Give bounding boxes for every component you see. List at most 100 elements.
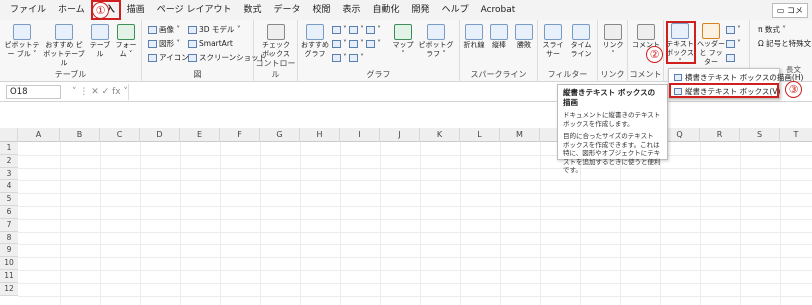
menu-developer[interactable]: 開発 xyxy=(406,0,436,20)
grid-line xyxy=(18,282,812,284)
menu-automate[interactable]: 自動化 xyxy=(367,0,406,20)
column-header-i[interactable]: I xyxy=(340,128,380,142)
column-header-e[interactable]: E xyxy=(180,128,220,142)
select-all-corner[interactable] xyxy=(0,128,18,142)
menu-draw[interactable]: 描画 xyxy=(121,0,151,20)
column-header-r[interactable]: R xyxy=(700,128,740,142)
smartart-button[interactable]: SmartArt xyxy=(188,38,233,49)
menu-page-layout[interactable]: ページ レイアウト xyxy=(151,0,238,20)
signature-line-button[interactable]: ˅ xyxy=(726,38,741,49)
scatter-chart-icon xyxy=(332,54,341,62)
forms-button[interactable]: フォー ム ˅ xyxy=(114,24,138,59)
grid-line xyxy=(18,206,812,207)
grid-line xyxy=(460,142,461,305)
recommended-pivot-button[interactable]: おすすめ ピボットテーブル xyxy=(42,24,86,68)
scatter-chart-button[interactable]: ˅ ˅ xyxy=(332,52,364,63)
step2-marker: ② xyxy=(646,46,663,63)
column-header-g[interactable]: G xyxy=(260,128,300,142)
row-header-7[interactable]: 7 xyxy=(0,218,18,232)
row-header-6[interactable]: 6 xyxy=(0,206,18,219)
row-header-3[interactable]: 3 xyxy=(0,167,18,181)
icons-button[interactable]: アイコン xyxy=(148,52,189,63)
recommended-charts-button[interactable]: おすすめ グラフ xyxy=(300,24,330,59)
menu-acrobat[interactable]: Acrobat xyxy=(475,0,522,20)
textbox-highlight xyxy=(666,21,696,64)
equation-button[interactable]: π 数式 ˅ xyxy=(758,24,786,35)
maps-button[interactable]: マップ ˅ xyxy=(392,24,414,59)
grid-line xyxy=(300,142,301,305)
pivot-table-button[interactable]: ピボットテー ブル ˅ xyxy=(4,24,40,59)
sparkline-winloss-button[interactable]: 勝敗 xyxy=(512,24,536,50)
link-button[interactable]: リンク ˅ xyxy=(601,24,625,59)
forms-icon xyxy=(117,24,135,40)
column-header-a[interactable]: A xyxy=(18,128,60,142)
shapes-button[interactable]: 図形 ˅ xyxy=(148,38,180,49)
checkbox-icon xyxy=(267,24,285,40)
row-header-1[interactable]: 1 xyxy=(0,142,18,155)
picture-icon xyxy=(148,26,157,34)
illustrations-group-label: 図 xyxy=(193,70,202,79)
grid-line xyxy=(18,295,812,297)
row-header-9[interactable]: 9 xyxy=(0,244,18,258)
row-header-11[interactable]: 11 xyxy=(0,270,18,283)
timeline-button[interactable]: タイム ライン xyxy=(568,24,594,59)
comments-button[interactable]: ▭ コメ xyxy=(771,3,808,18)
signature-line-icon xyxy=(726,40,735,48)
pictures-button[interactable]: 画像 ˅ xyxy=(148,24,180,35)
row-header-2[interactable]: 2 xyxy=(0,154,18,168)
row-header-12[interactable]: 12 xyxy=(0,282,18,296)
menu-data[interactable]: データ xyxy=(267,0,306,20)
row-header-10[interactable]: 10 xyxy=(0,257,18,270)
column-header-b[interactable]: B xyxy=(60,128,100,142)
column-header-l[interactable]: L xyxy=(460,128,500,142)
slicer-button[interactable]: スライサー xyxy=(540,24,566,59)
object-button[interactable] xyxy=(726,52,737,63)
grid-line xyxy=(100,142,101,305)
tooltip-title: 縦書きテキスト ボックスの描画 xyxy=(563,88,656,107)
row-header-8[interactable]: 8 xyxy=(0,231,18,245)
table-button[interactable]: テーブル xyxy=(88,24,112,59)
menu-formulas[interactable]: 数式 xyxy=(237,0,267,20)
wordart-button[interactable]: ˅ xyxy=(726,24,741,35)
row-header-4[interactable]: 4 xyxy=(0,180,18,194)
column-chart-button[interactable]: ˅ ˅ ˅ xyxy=(332,24,381,35)
column-header-f[interactable]: F xyxy=(220,128,260,142)
filters-group: スライサー タイム ライン フィルター xyxy=(538,20,598,82)
menu-view[interactable]: 表示 xyxy=(337,0,367,20)
header-footer-icon xyxy=(702,23,720,39)
column-header-j[interactable]: J xyxy=(380,128,420,142)
checkbox-button[interactable]: チェック ボックス xyxy=(260,24,292,59)
column-header-m[interactable]: M xyxy=(500,128,540,142)
column-header-s[interactable]: S xyxy=(740,128,780,142)
column-header-t[interactable]: T xyxy=(780,128,812,142)
row-header-5[interactable]: 5 xyxy=(0,193,18,206)
grid-line xyxy=(18,231,812,233)
column-header-k[interactable]: K xyxy=(420,128,460,142)
header-footer-button[interactable]: ヘッダーと フッター xyxy=(696,23,726,67)
sparkline-column-button[interactable]: 縦棒 xyxy=(487,24,511,50)
symbol-button[interactable]: Ω 記号と特殊文 xyxy=(758,38,811,49)
menu-help[interactable]: ヘルプ xyxy=(436,0,475,20)
column-header-h[interactable]: H xyxy=(300,128,340,142)
smartart-icon xyxy=(188,40,197,48)
column-header-d[interactable]: D xyxy=(140,128,180,142)
column-header-c[interactable]: C xyxy=(100,128,140,142)
table-group-label: テーブル xyxy=(54,70,87,79)
3d-models-button[interactable]: 3D モデル ˅ xyxy=(188,24,241,35)
menu-review[interactable]: 校閲 xyxy=(307,0,337,20)
grid-line xyxy=(180,142,181,305)
pivot-chart-button[interactable]: ピボットグラフ ˅ xyxy=(416,24,456,59)
grid-line xyxy=(18,180,812,182)
tooltip: 縦書きテキスト ボックスの描画 ドキュメントに縦書きのテキスト ボックスを作成し… xyxy=(557,84,668,174)
name-box[interactable]: O18 xyxy=(6,85,61,99)
links-group: リンク ˅ リンク xyxy=(598,20,628,82)
sparkline-line-button[interactable]: 折れ線 xyxy=(462,24,486,50)
formula-controls[interactable]: ˅ ⋮ ✕ ✓ fx ˅ xyxy=(72,85,128,99)
line-chart-button[interactable]: ˅ ˅ ˅ xyxy=(332,38,381,49)
formula-input[interactable] xyxy=(128,84,558,100)
controls-group-label: コントロール xyxy=(255,59,296,79)
grid-line xyxy=(60,142,61,305)
pivot-chart-icon xyxy=(427,24,445,40)
menu-file[interactable]: ファイル xyxy=(4,0,52,20)
menu-home[interactable]: ホーム xyxy=(52,0,91,20)
